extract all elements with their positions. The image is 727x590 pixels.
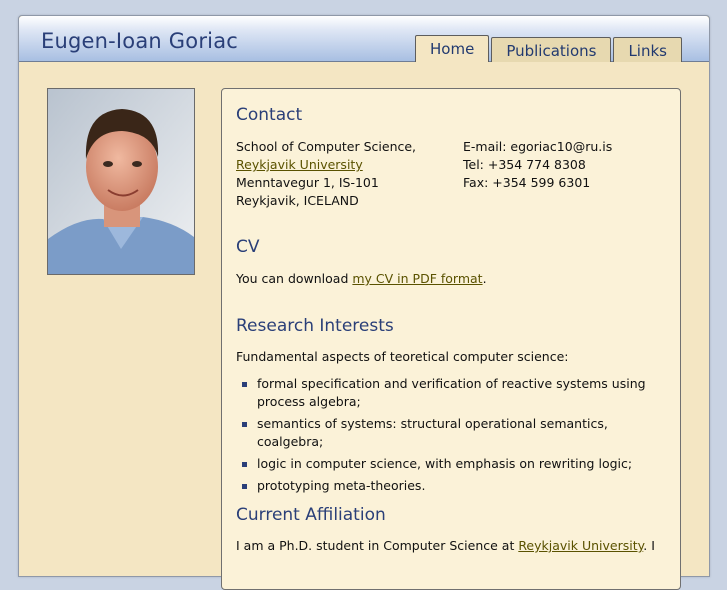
contact-heading: Contact bbox=[236, 105, 303, 125]
affiliation-heading: Current Affiliation bbox=[236, 505, 386, 525]
cv-heading: CV bbox=[236, 237, 260, 257]
affiliation-text: I am a Ph.D. student in Computer Science… bbox=[236, 538, 655, 553]
list-item: formal specification and verification of… bbox=[236, 375, 672, 411]
research-intro: Fundamental aspects of teoretical comput… bbox=[236, 349, 569, 364]
tel-text: Tel: +354 774 8308 bbox=[463, 157, 586, 172]
email-text: E-mail: egoriac10@ru.is bbox=[463, 139, 613, 154]
affiliation-university-link[interactable]: Reykjavik University bbox=[518, 538, 643, 553]
address-line-3: Menntavegur 1, IS-101 bbox=[236, 175, 379, 190]
nav-tabs: Home Publications Links bbox=[415, 35, 682, 63]
site-header: Eugen-Ioan Goriac Home Publications Link… bbox=[19, 16, 709, 62]
research-list: formal specification and verification of… bbox=[236, 375, 672, 499]
list-item: semantics of systems: structural operati… bbox=[236, 415, 672, 451]
main-content-panel: Contact School of Computer Science, Reyk… bbox=[221, 88, 681, 590]
cv-text: You can download my CV in PDF format. bbox=[236, 271, 487, 286]
profile-photo bbox=[47, 88, 195, 275]
contact-address: School of Computer Science, Reykjavik Un… bbox=[236, 138, 416, 210]
list-item: prototyping meta-theories. bbox=[236, 477, 672, 495]
site-title: Eugen-Ioan Goriac bbox=[41, 29, 239, 53]
page-container: Eugen-Ioan Goriac Home Publications Link… bbox=[18, 15, 710, 590]
address-line-1: School of Computer Science, bbox=[236, 139, 417, 154]
contact-details: E-mail: egoriac10@ru.is Tel: +354 774 83… bbox=[463, 138, 612, 192]
tab-publications[interactable]: Publications bbox=[491, 37, 612, 62]
portrait-image bbox=[48, 89, 194, 274]
fax-text: Fax: +354 599 6301 bbox=[463, 175, 591, 190]
reykjavik-university-link[interactable]: Reykjavik University bbox=[236, 157, 363, 172]
tab-links[interactable]: Links bbox=[613, 37, 682, 62]
cv-pdf-link[interactable]: my CV in PDF format bbox=[352, 271, 482, 286]
tab-home[interactable]: Home bbox=[415, 35, 490, 62]
address-line-4: Reykjavik, ICELAND bbox=[236, 193, 359, 208]
research-heading: Research Interests bbox=[236, 316, 394, 336]
list-item: logic in computer science, with emphasis… bbox=[236, 455, 672, 473]
